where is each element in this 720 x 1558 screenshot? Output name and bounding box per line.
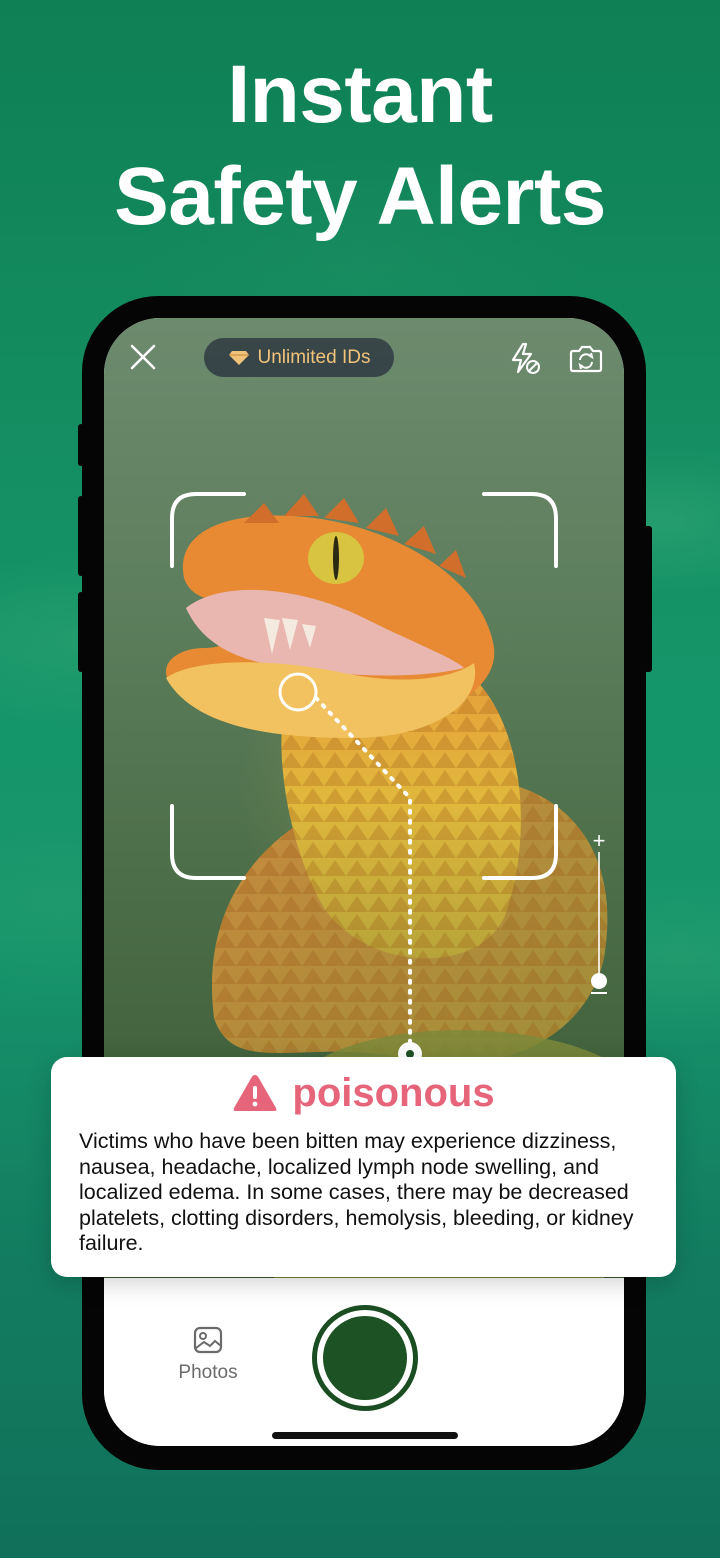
phone-mute-switch [78,424,84,466]
photo-gallery-icon [193,1326,223,1354]
zoom-in-icon[interactable]: + [588,830,610,852]
headline-line-1: Instant [227,49,493,140]
shutter-button[interactable] [312,1305,418,1411]
shutter-inner [323,1316,407,1400]
zoom-slider-knob[interactable] [591,973,607,989]
photos-button[interactable]: Photos [170,1326,246,1398]
phone-power-button [644,526,652,672]
alert-title: poisonous [292,1071,495,1115]
unlimited-ids-label: Unlimited IDs [257,346,371,368]
flip-camera-button[interactable] [568,340,604,376]
flip-camera-icon [569,345,603,373]
zoom-out-icon [591,992,607,994]
home-indicator [272,1432,458,1439]
flash-toggle-button[interactable] [506,340,542,376]
phone-volume-up [78,496,84,576]
camera-bottom-bar: Photos [104,1278,624,1446]
flash-off-icon [511,342,540,374]
unlimited-ids-badge[interactable]: Unlimited IDs [204,338,394,377]
alert-description: Victims who have been bitten may experie… [79,1129,634,1255]
diamond-icon [228,350,249,365]
phone-volume-down [78,592,84,672]
zoom-slider-track[interactable] [598,852,600,982]
page-headline: Instant Safety Alerts [0,44,720,248]
close-button[interactable] [128,342,158,372]
headline-line-2: Safety Alerts [114,151,606,242]
warning-icon [233,1075,277,1111]
close-icon [130,344,156,370]
safety-alert-card: poisonous Victims who have been bitten m… [51,1057,676,1277]
alert-header: poisonous [51,1071,676,1115]
photos-label: Photos [178,1362,238,1383]
